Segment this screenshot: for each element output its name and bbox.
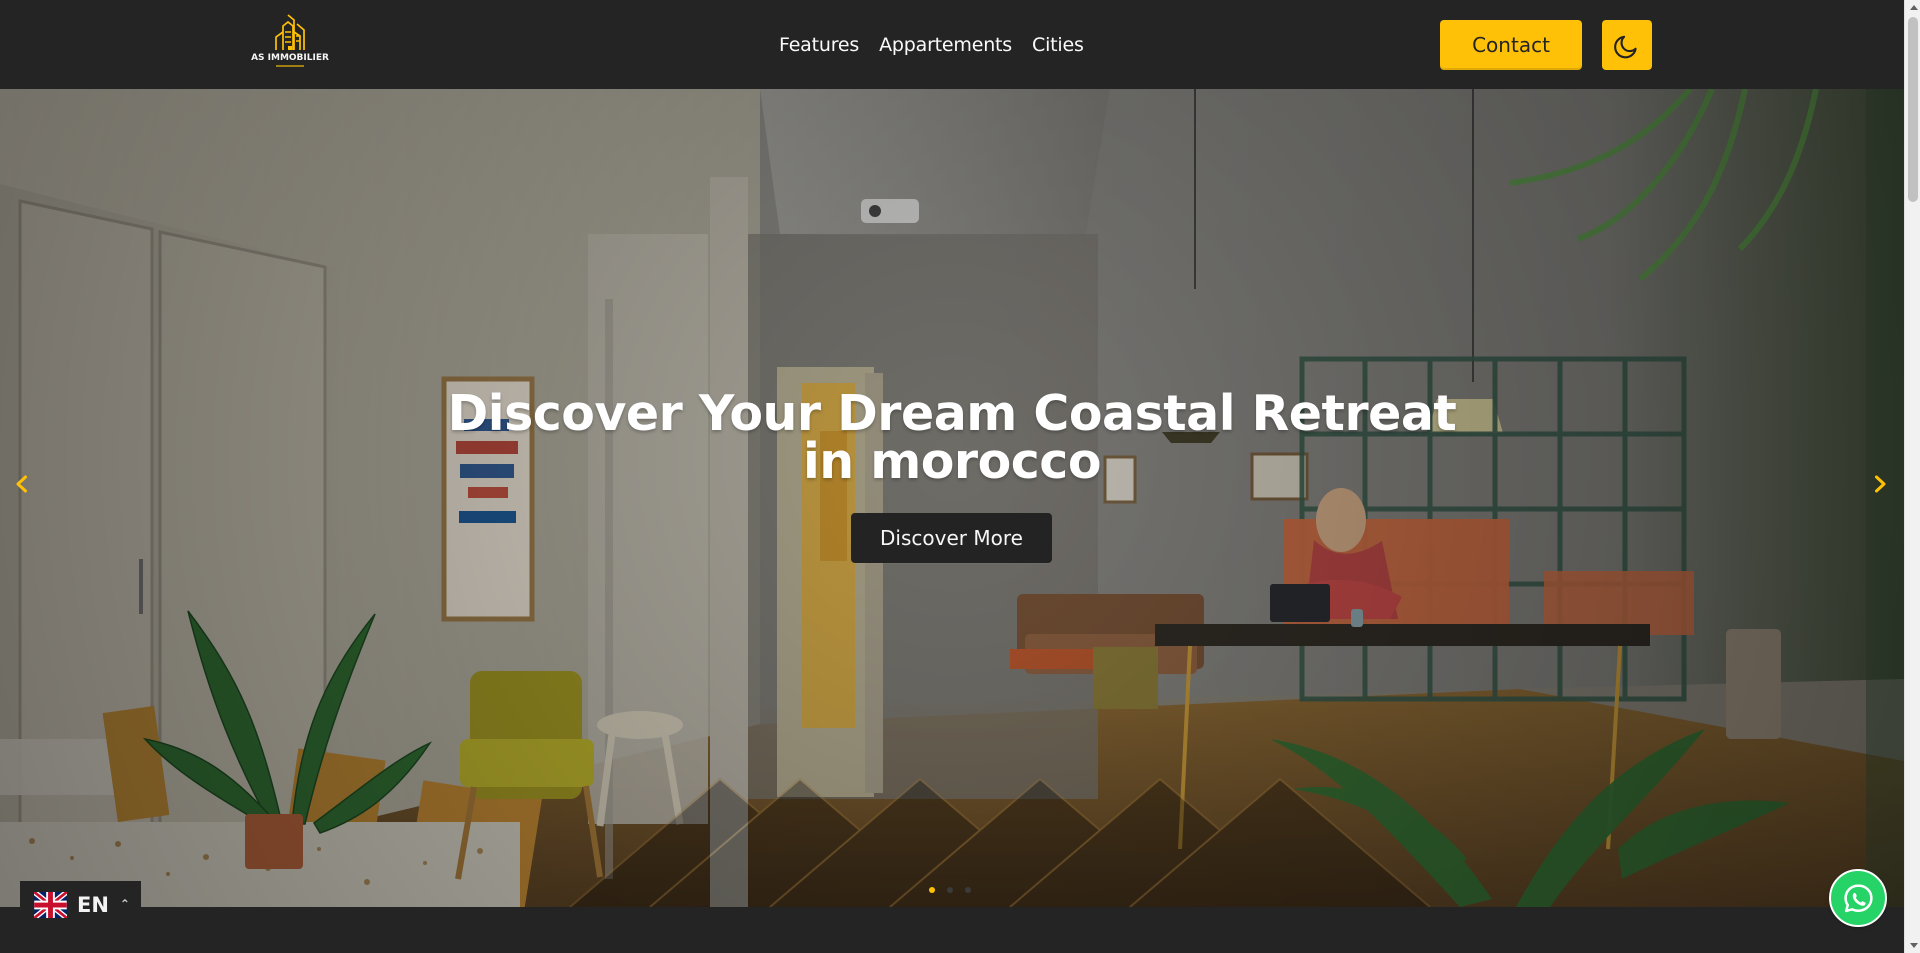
uk-flag-icon <box>34 891 67 918</box>
main-navigation: Features Appartements Cities <box>779 31 1084 59</box>
contact-button[interactable]: Contact <box>1440 20 1582 70</box>
whatsapp-chat-button[interactable] <box>1829 869 1887 927</box>
building-logo-icon <box>275 14 305 50</box>
page: AS IMMOBILIER Features Appartements Citi… <box>0 0 1920 953</box>
language-code: EN <box>77 892 109 917</box>
carousel-dot-2[interactable] <box>947 887 953 893</box>
carousel-pagination <box>929 887 971 893</box>
carousel-next-button[interactable] <box>1863 467 1897 501</box>
scroll-up-arrow[interactable] <box>1910 5 1918 10</box>
chevron-right-icon <box>1875 475 1886 493</box>
language-switcher[interactable]: EN ⌃ <box>20 881 141 928</box>
site-logo[interactable]: AS IMMOBILIER <box>250 12 330 74</box>
hero-dark-overlay <box>0 89 1904 907</box>
logo-text: AS IMMOBILIER <box>251 53 329 63</box>
nav-cities-link[interactable]: Cities <box>1032 31 1084 59</box>
chevron-left-icon <box>16 475 27 493</box>
theme-toggle-button[interactable] <box>1602 20 1652 70</box>
carousel-dot-3[interactable] <box>965 887 971 893</box>
scroll-down-arrow[interactable] <box>1910 943 1918 948</box>
page-bottom-strip <box>0 907 1904 953</box>
carousel-prev-button[interactable] <box>5 467 39 501</box>
carousel-dot-1[interactable] <box>929 887 935 893</box>
moon-icon <box>1613 35 1637 58</box>
scroll-thumb[interactable] <box>1908 17 1918 202</box>
chevron-up-icon: ⌃ <box>119 896 130 911</box>
logo-underline <box>276 65 304 67</box>
nav-appartements-link[interactable]: Appartements <box>879 31 1012 59</box>
page-scrollbar[interactable] <box>1904 0 1920 953</box>
hero-carousel: Discover Your Dream Coastal Retreat in m… <box>0 89 1904 907</box>
site-header: AS IMMOBILIER Features Appartements Citi… <box>0 0 1904 89</box>
whatsapp-icon <box>1843 883 1873 912</box>
hero-title: Discover Your Dream Coastal Retreat in m… <box>447 385 1457 490</box>
discover-more-button[interactable]: Discover More <box>851 513 1052 563</box>
nav-features-link[interactable]: Features <box>779 31 859 59</box>
